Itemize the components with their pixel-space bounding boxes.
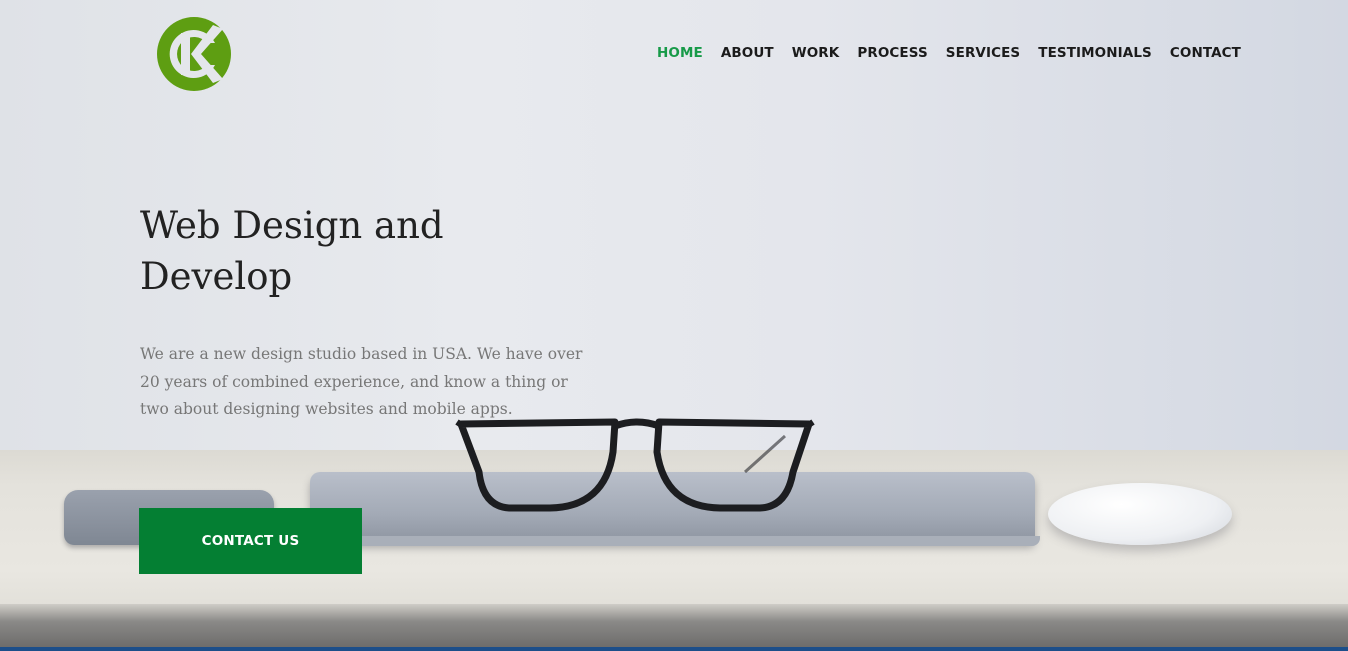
nav-work[interactable]: WORK — [792, 45, 840, 61]
contact-us-button[interactable]: CONTACT US — [139, 508, 362, 574]
nav-about[interactable]: ABOUT — [721, 45, 774, 61]
nav-testimonials[interactable]: TESTIMONIALS — [1038, 45, 1152, 61]
hero-intro: We are a new design studio based in USA.… — [140, 345, 583, 418]
site-header: HOME ABOUT WORK PROCESS SERVICES TESTIMO… — [0, 0, 1348, 100]
logo-icon[interactable] — [155, 15, 235, 93]
nav-contact[interactable]: CONTACT — [1170, 45, 1241, 61]
nav-services[interactable]: SERVICES — [946, 45, 1020, 61]
nav-home[interactable]: HOME — [657, 45, 703, 61]
glasses-image — [455, 418, 815, 512]
desk-edge — [0, 604, 1348, 648]
bottom-bar — [0, 647, 1348, 651]
nav-process[interactable]: PROCESS — [857, 45, 927, 61]
mouse-image — [1048, 483, 1232, 545]
hero-headline: Web Design and Develop — [140, 204, 444, 298]
main-nav: HOME ABOUT WORK PROCESS SERVICES TESTIMO… — [657, 45, 1259, 61]
laptop-edge — [300, 536, 1040, 546]
